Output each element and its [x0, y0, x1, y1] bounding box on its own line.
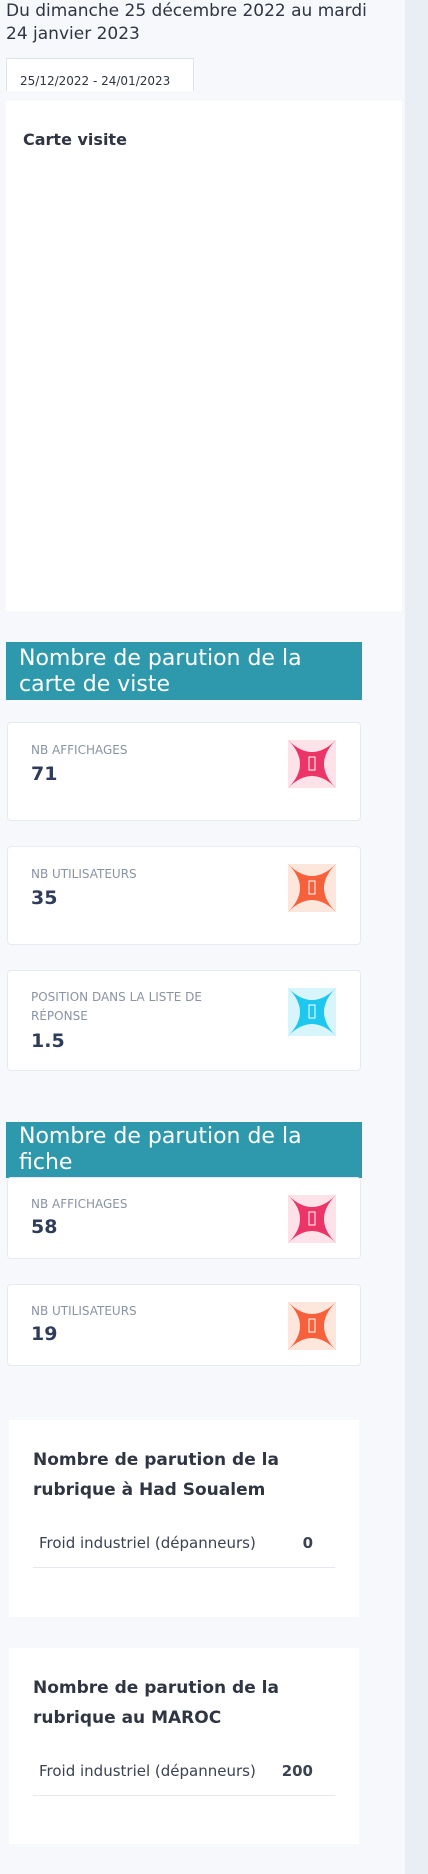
stat-label: NB UTILISATEURS: [31, 867, 137, 881]
carte-visite-title: Carte visite: [23, 130, 127, 149]
rubrique-name: Froid industriel (dépanneurs): [39, 1534, 256, 1552]
stat-label: NB AFFICHAGES: [31, 743, 128, 757]
eye-icon: [288, 1195, 336, 1243]
stat-card-utilisateurs-fiche: NB UTILISATEURS 19: [7, 1284, 361, 1366]
rubrique-title: Nombre de parution de la rubrique au MAR…: [33, 1678, 279, 1728]
stat-label: NB UTILISATEURS: [31, 1304, 137, 1318]
stat-value: 1.5: [31, 1030, 65, 1052]
date-range-value: 25/12/2022 - 24/01/2023: [20, 74, 171, 88]
stat-value: 35: [31, 887, 58, 909]
stat-value: 58: [31, 1216, 58, 1238]
stat-value: 71: [31, 763, 58, 785]
stat-card-position-carte: POSITION DANS LA LISTE DE RÉPONSE 1.5: [7, 970, 361, 1071]
rubrique-count: 0: [302, 1534, 313, 1552]
date-range-input[interactable]: 25/12/2022 - 24/01/2023: [6, 58, 194, 91]
rubrique-title: Nombre de parution de la rubrique à Had …: [33, 1450, 279, 1500]
table-row: Froid industriel (dépanneurs) 200: [33, 1750, 335, 1796]
stat-value: 19: [31, 1323, 58, 1345]
period-text: Du dimanche 25 décembre 2022 au mardi 24…: [6, 1, 367, 44]
rubrique-card-local: Nombre de parution de la rubrique à Had …: [9, 1420, 359, 1617]
table-row: Froid industriel (dépanneurs) 0: [33, 1522, 335, 1568]
stat-label: NB AFFICHAGES: [31, 1197, 128, 1211]
stat-card-affichages-carte: NB AFFICHAGES 71: [7, 722, 361, 821]
carte-visite-card: Carte visite: [6, 101, 402, 611]
stat-label: POSITION DANS LA LISTE DE RÉPONSE: [31, 990, 202, 1023]
eye-icon: [288, 740, 336, 788]
page-scrollbar[interactable]: [405, 0, 428, 1874]
rubrique-name: Froid industriel (dépanneurs): [39, 1762, 256, 1780]
users-icon: [288, 864, 336, 912]
rubrique-count: 200: [281, 1762, 313, 1780]
section-title-fiche: Nombre de parution de la fiche: [6, 1122, 362, 1178]
list-icon: [288, 988, 336, 1036]
users-icon: [288, 1302, 336, 1350]
stat-card-affichages-fiche: NB AFFICHAGES 58: [7, 1177, 361, 1259]
rubrique-card-maroc: Nombre de parution de la rubrique au MAR…: [9, 1648, 359, 1844]
section-title-carte: Nombre de parution de la carte de viste: [6, 642, 362, 700]
stat-card-utilisateurs-carte: NB UTILISATEURS 35: [7, 846, 361, 945]
